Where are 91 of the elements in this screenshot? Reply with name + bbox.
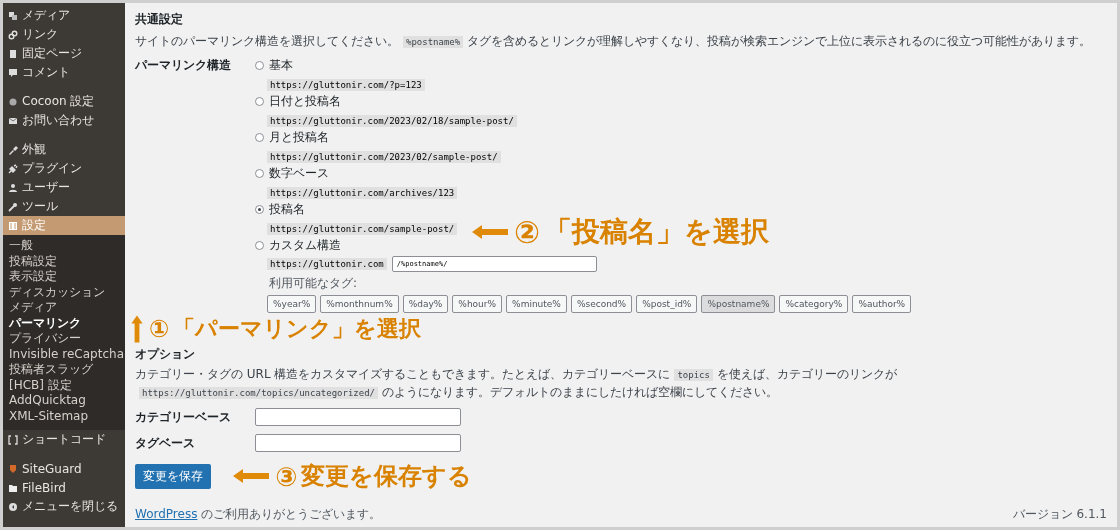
left-arrow-icon — [470, 222, 510, 242]
sidebar-item[interactable]: ツール — [3, 197, 125, 216]
annotation-text: 「投稿名」を選択 — [544, 214, 770, 250]
tag-button[interactable]: %second% — [570, 295, 633, 313]
step-number: ① — [149, 315, 170, 343]
shield-icon — [8, 463, 18, 474]
radio-button[interactable] — [255, 60, 264, 70]
field-label: カテゴリーベース — [135, 408, 232, 426]
tag-button[interactable]: %hour% — [452, 295, 503, 313]
tag-button[interactable]: %day% — [402, 295, 449, 313]
collapse-icon — [8, 501, 18, 512]
submenu-item[interactable]: 投稿設定 — [3, 253, 125, 269]
submenu-item[interactable]: メディア — [3, 300, 125, 316]
sidebar-item[interactable]: Cocoon 設定 — [3, 92, 125, 111]
url-example: https://gluttonir.com/?p=123 — [267, 79, 425, 91]
tag-button[interactable]: %minute% — [506, 295, 567, 313]
version-text: バージョン 6.1.1 — [1012, 506, 1107, 523]
tag-button[interactable]: %post_id% — [636, 295, 698, 313]
description-text: カテゴリー・タグの URL 構造をカスタマイズすることもできます。たとえば、カテゴリーベースに topics を使えば、カテゴリーのリンクが https://gluttonir.com/topics/uncategorized/ のようになります。デフォルトのままにしたければ空欄にしてください。 — [135, 366, 898, 401]
radio-option[interactable]: 月と投稿名 — [255, 129, 912, 145]
field-label: パーマリンク構造 — [135, 57, 232, 74]
section-heading: 共通設定 — [135, 11, 184, 28]
tag-button[interactable]: %monthnum% — [320, 295, 399, 313]
url-example: https://gluttonir.com — [267, 257, 387, 270]
circle-icon — [8, 96, 18, 107]
radio-option[interactable]: 数字ベース — [255, 165, 912, 181]
wordpress-link[interactable]: WordPress — [135, 507, 198, 521]
sidebar-item[interactable]: メディア — [3, 6, 125, 25]
sliders-icon — [8, 220, 18, 231]
tag-button[interactable]: %category% — [779, 295, 849, 313]
submenu-item[interactable]: 投稿者スラッグ — [3, 362, 125, 378]
sidebar-item[interactable]: SiteGuard — [3, 459, 125, 478]
page-icon — [8, 48, 18, 59]
envelope-icon — [8, 115, 18, 126]
submenu-item[interactable]: パーマリンク — [3, 315, 125, 331]
field-label: タグベース — [135, 434, 196, 452]
text-field[interactable] — [255, 408, 461, 426]
tags-label: 利用可能なタグ: — [269, 275, 359, 292]
radio-option[interactable]: 日付と投稿名 — [255, 93, 912, 109]
radio-button[interactable] — [255, 96, 264, 106]
sidebar-item[interactable]: リンク — [3, 25, 125, 44]
wrench-icon — [8, 201, 18, 212]
description-text: サイトのパーマリンク構造を選択してください。 %postname% タグを含めるとリンクが理解しやすくなり、投稿が検索エンジンで上位に表示されるのに役立つ可能性があります。 — [135, 33, 1093, 50]
submenu-item[interactable]: [HCB] 設定 — [3, 377, 125, 393]
radio-button[interactable] — [255, 240, 264, 250]
radio-button[interactable] — [255, 132, 264, 142]
url-example: https://gluttonir.com/2023/02/18/sample-post/ — [267, 115, 517, 127]
radio-option[interactable]: 投稿名 — [255, 201, 912, 217]
radio-button[interactable] — [255, 168, 264, 178]
user-icon — [8, 182, 18, 193]
media-icon — [8, 10, 18, 21]
sidebar-item[interactable]: メニューを閉じる — [3, 497, 125, 516]
submenu-item[interactable]: ディスカッション — [3, 284, 125, 300]
sidebar-item[interactable]: コメント — [3, 63, 125, 82]
tag-button[interactable]: %author% — [852, 295, 912, 313]
sidebar-item[interactable]: ユーザー — [3, 178, 125, 197]
submenu-item[interactable]: Invisible reCaptcha — [3, 346, 125, 362]
tag-button[interactable]: %postname% — [701, 295, 776, 313]
submenu-item[interactable]: AddQuicktag — [3, 393, 125, 409]
plug-icon — [8, 163, 18, 174]
sidebar-item[interactable]: FileBird — [3, 478, 125, 497]
up-arrow-icon — [129, 314, 145, 344]
comment-icon — [8, 67, 18, 78]
url-example: https://gluttonir.com/sample-post/ — [267, 223, 458, 235]
text-field[interactable] — [255, 434, 461, 452]
sidebar-item[interactable]: プラグイン — [3, 159, 125, 178]
step-number: ② — [514, 214, 541, 250]
submenu-item[interactable]: XML-Sitemap — [3, 408, 125, 424]
link-icon — [8, 29, 18, 40]
tag-button[interactable]: %year% — [267, 295, 317, 313]
brackets-icon — [8, 434, 18, 445]
folder-icon — [8, 482, 18, 493]
url-example: https://gluttonir.com/archives/123 — [267, 187, 458, 199]
url-example: https://gluttonir.com/2023/02/sample-post/ — [267, 151, 501, 163]
submenu-item[interactable]: 表示設定 — [3, 269, 125, 285]
sidebar-item[interactable]: 固定ページ — [3, 44, 125, 63]
step-number: ③ — [275, 460, 298, 492]
radio-button[interactable] — [255, 204, 264, 214]
radio-option[interactable]: 基本 — [255, 57, 912, 73]
section-heading: オプション — [135, 346, 196, 363]
submenu-item[interactable]: プライバシー — [3, 331, 125, 347]
sidebar-item[interactable]: お問い合わせ — [3, 111, 125, 130]
brush-icon — [8, 144, 18, 155]
save-button[interactable]: 変更を保存 — [135, 463, 211, 489]
footer-text: WordPress のご利用ありがとうございます。 — [135, 506, 382, 523]
sidebar-item[interactable]: 外観 — [3, 140, 125, 159]
sidebar-item[interactable]: ショートコード — [3, 430, 125, 449]
annotation-text: 変更を保存する — [301, 461, 473, 492]
submenu-item[interactable]: 一般 — [3, 238, 125, 254]
left-arrow-icon — [231, 466, 271, 486]
annotation-text: 「パーマリンク」を選択 — [173, 315, 422, 343]
